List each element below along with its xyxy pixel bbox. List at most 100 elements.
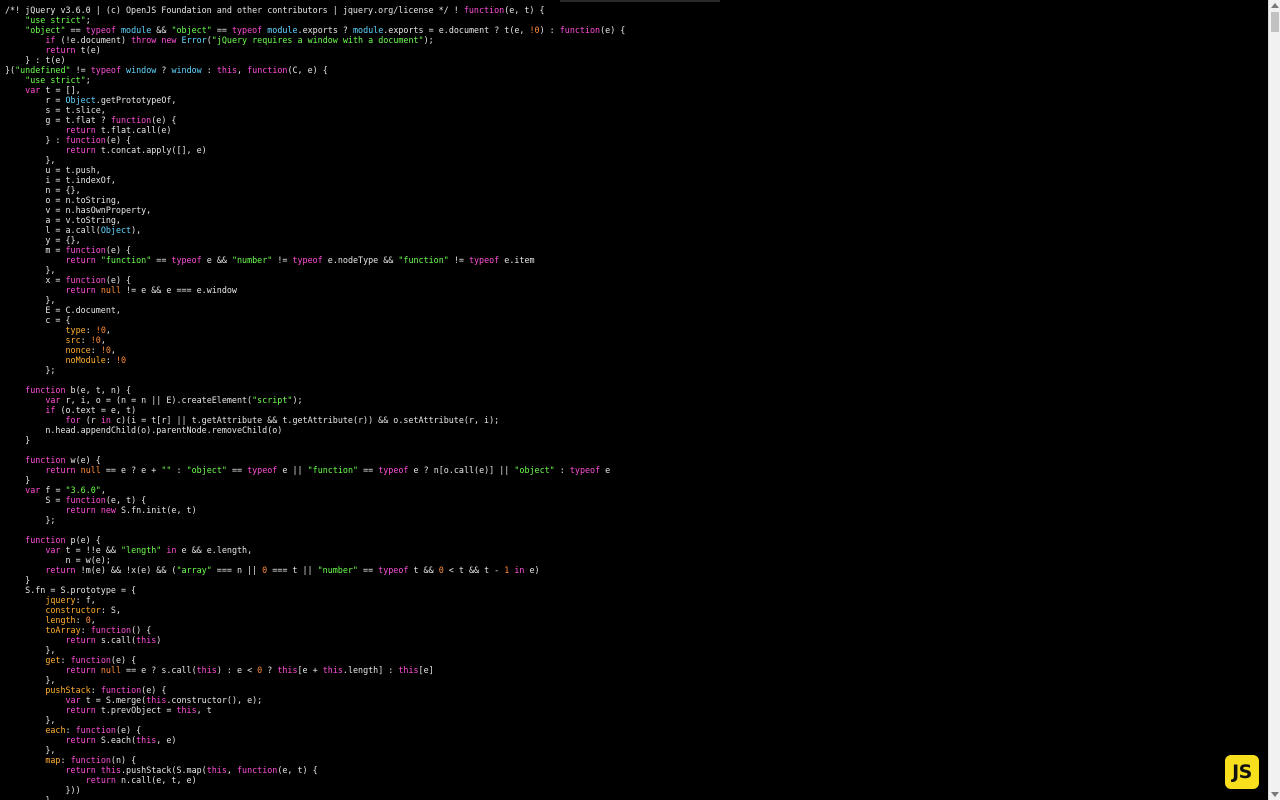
code-token: &&: [151, 25, 172, 35]
code-token: w(e) {: [65, 455, 101, 465]
code-token: each: [45, 725, 66, 735]
vertical-scrollbar[interactable]: [1268, 0, 1280, 800]
code-line: },: [5, 645, 625, 655]
code-token: t.concat.apply([], e): [95, 145, 207, 155]
code-token: : f,: [75, 595, 96, 605]
code-token: s.call(: [95, 635, 137, 645]
code-token: typeof: [378, 465, 409, 475]
code-line: var t = [],: [5, 85, 625, 95]
code-token: () {: [131, 625, 152, 635]
code-token: (e, t) {: [277, 765, 318, 775]
code-line: },: [5, 715, 625, 725]
code-token: [e +: [297, 665, 323, 675]
code-token: ,: [90, 615, 96, 625]
code-token: v = n.hasOwnProperty,: [5, 205, 152, 215]
code-token: typeof: [171, 255, 202, 265]
code-token: ==: [357, 565, 379, 575]
code-line: nonce: !0,: [5, 345, 625, 355]
code-line: s = t.slice,: [5, 105, 625, 115]
code-token: :: [85, 325, 96, 335]
code-line: },: [5, 745, 625, 755]
arrow-down-icon[interactable]: [1271, 792, 1279, 797]
code-token: ;: [85, 75, 91, 85]
scrollbar-thumb[interactable]: [1271, 12, 1279, 32]
code-token: this: [136, 735, 157, 745]
code-token: typeof: [231, 25, 263, 35]
code-line: "use strict";: [5, 75, 625, 85]
code-line: return "function" == typeof e && "number…: [5, 255, 625, 265]
code-line: return null == e ? s.call(this) : e < 0 …: [5, 665, 625, 675]
code-token: function: [25, 385, 66, 395]
code-line: S = function(e, t) {: [5, 495, 625, 505]
code-token: (e) {: [105, 245, 132, 255]
code-token: n = {},: [5, 185, 81, 195]
code-token: (C, e) {: [287, 65, 328, 75]
code-token: "undefined": [15, 65, 71, 75]
code-token: new: [161, 35, 177, 45]
code-token: ): [156, 635, 162, 645]
code-line: n = w(e);: [5, 555, 625, 565]
code-line: },: [5, 295, 625, 305]
code-token: !0: [90, 335, 101, 345]
code-line: var f = "3.6.0",: [5, 485, 625, 495]
code-token: (!e.document): [55, 35, 132, 45]
code-line: var r, i, o = (n = n || E).createElement…: [5, 395, 625, 405]
code-token: this: [206, 765, 227, 775]
code-line: each: function(e) {: [5, 725, 625, 735]
code-token: i = t.indexOf,: [5, 175, 116, 185]
code-token: function: [65, 135, 106, 145]
code-token: (e) {: [141, 685, 167, 695]
code-token: e ||: [277, 465, 308, 475]
code-line: function b(e, t, n) {: [5, 385, 625, 395]
code-token: r, i, o = (n = n || E).createElement(: [60, 395, 253, 405]
code-token: if: [45, 405, 56, 415]
code-token: },: [5, 675, 56, 685]
code-token: e ? n[o.call(e)] ||: [408, 465, 515, 475]
code-token: a = v.toString,: [5, 215, 121, 225]
code-token: toArray: [45, 625, 81, 635]
code-token: :: [171, 465, 187, 475]
code-token: ==: [226, 465, 248, 475]
code-line: return t.concat.apply([], e): [5, 145, 625, 155]
code-token: !0: [95, 325, 106, 335]
code-line: "object" == typeof module && "object" ==…: [5, 25, 625, 35]
code-token: :: [60, 655, 71, 665]
code-token: .pushStack(S.map(: [121, 765, 207, 775]
code-line: n.head.appendChild(o).parentNode.removeC…: [5, 425, 625, 435]
code-token: function: [25, 455, 66, 465]
code-token: return: [85, 775, 116, 785]
code-token: function: [90, 625, 132, 635]
code-token: function: [236, 765, 278, 775]
code-token: constructor: [45, 605, 101, 615]
code-token: (o.text = e, t): [55, 405, 137, 415]
code-token: function: [70, 755, 111, 765]
code-token: if: [45, 35, 56, 45]
code-token: r =: [5, 95, 66, 105]
code-token: ,: [226, 765, 237, 775]
code-token: :: [65, 725, 76, 735]
arrow-up-icon[interactable]: [1271, 3, 1279, 8]
code-line: return n.call(e, t, e): [5, 775, 625, 785]
code-line: }: [5, 575, 625, 585]
code-token: == e ? e +: [100, 465, 162, 475]
code-token: in: [166, 545, 177, 555]
code-token: t &&: [408, 565, 439, 575]
code-line: g = t.flat ? function(e) {: [5, 115, 625, 125]
code-viewport[interactable]: /*! jQuery v3.6.0 | (c) OpenJS Foundatio…: [0, 0, 1268, 800]
code-line: },: [5, 155, 625, 165]
code-token: typeof: [90, 65, 121, 75]
code-token: === t ||: [267, 565, 318, 575]
code-token: !=: [70, 65, 91, 75]
js-extension-badge[interactable]: JS: [1225, 755, 1259, 789]
code-token: }(: [5, 65, 16, 75]
